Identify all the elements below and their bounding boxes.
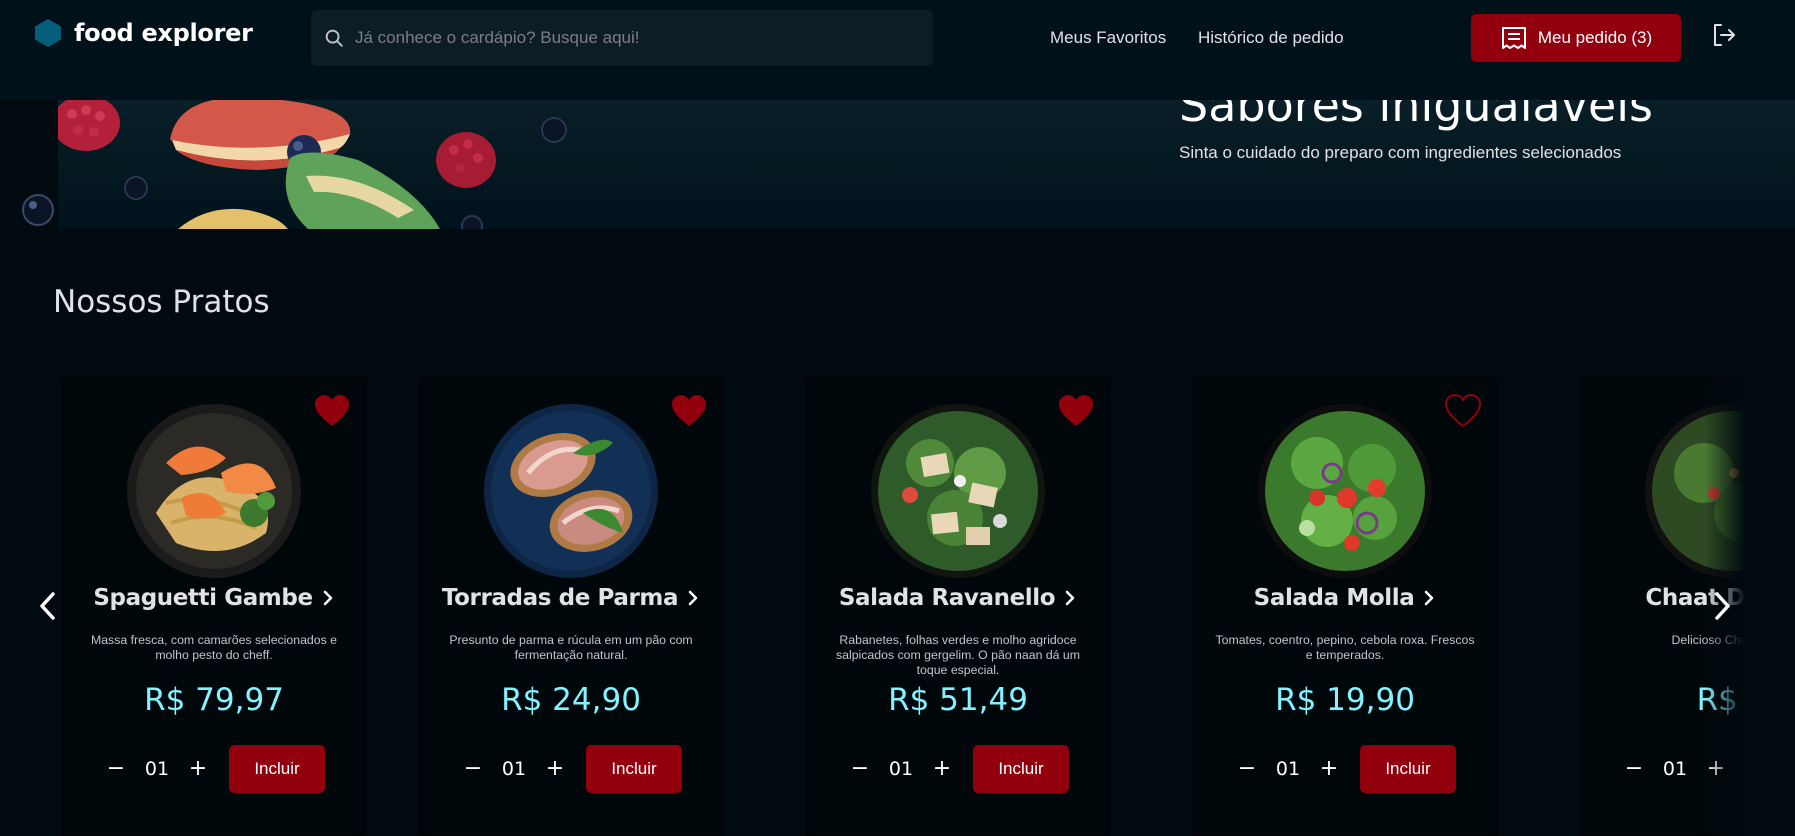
dish-description: Rabanetes, folhas verdes e molho agridoc… (835, 633, 1081, 677)
chevron-right-icon (1065, 590, 1075, 606)
decrease-quantity-button[interactable]: − (460, 756, 486, 782)
brand[interactable]: food explorer (34, 18, 253, 48)
macarons-illustration (58, 100, 567, 229)
chevron-right-icon (323, 590, 332, 606)
dish-name-link[interactable]: Salada Molla (1194, 585, 1496, 611)
quantity-value: 01 (144, 758, 170, 780)
increase-quantity-button[interactable]: + (929, 756, 955, 782)
dish-card: Salada Molla Tomates, coentro, pepino, ce… (1193, 378, 1497, 836)
decrease-quantity-button[interactable]: − (103, 756, 129, 782)
dish-price: R$ 51,49 (888, 682, 1028, 718)
dish-image[interactable] (1257, 403, 1433, 579)
hero-banner: Sabores inigualáveis Sinta o cuidado do … (58, 100, 1795, 229)
blueberry-decoration (22, 194, 54, 226)
quantity-controls: −01 + Incluir (420, 745, 722, 793)
brand-name: food explorer (74, 19, 253, 47)
dish-image[interactable] (126, 403, 302, 579)
nav-favorites-link[interactable]: Meus Favoritos (1050, 28, 1166, 48)
search-input[interactable] (355, 28, 895, 48)
chevron-right-icon (688, 590, 698, 606)
section-title: Nossos Pratos (53, 284, 270, 320)
banner-subtitle: Sinta o cuidado do preparo com ingredien… (1179, 143, 1622, 162)
quantity-value: 01 (1275, 758, 1301, 780)
quantity-value: 01 (1662, 758, 1688, 780)
quantity-controls: −01 + Incluir (807, 745, 1109, 793)
receipt-icon (1501, 27, 1526, 49)
banner-title: Sabores inigualáveis (1179, 100, 1654, 132)
dish-name-link[interactable]: Torradas de Parma (420, 585, 722, 611)
hexagon-logo-icon (35, 19, 61, 47)
quantity-value: 01 (501, 758, 527, 780)
dish-card: Spaguetti Gambe Massa fresca, com camarõe… (62, 378, 366, 836)
my-order-button[interactable]: Meu pedido (3) (1471, 14, 1681, 62)
dish-image[interactable] (870, 403, 1046, 579)
increase-quantity-button[interactable]: + (185, 756, 211, 782)
dish-name: Salada Molla (1253, 585, 1415, 611)
header: food explorer Meus Favoritos Histórico d… (0, 0, 1795, 100)
dish-card: Torradas de Parma Presunto de parma e rúc… (419, 378, 723, 836)
include-button[interactable]: Incluir (973, 745, 1069, 793)
dish-description: Massa fresca, com camarões selecionados … (90, 633, 338, 662)
include-button[interactable]: Incluir (586, 745, 682, 793)
include-button[interactable]: Incluir (229, 745, 325, 793)
decrease-quantity-button[interactable]: − (1621, 756, 1647, 782)
heart-icon[interactable] (670, 393, 708, 429)
my-order-label: Meu pedido (3) (1537, 28, 1653, 47)
dish-name-link[interactable]: Spaguetti Gambe (63, 585, 365, 611)
search-bar (311, 10, 933, 66)
chevron-left-icon[interactable] (36, 590, 60, 622)
quantity-controls: −01 + Incluir (63, 745, 365, 793)
dish-card: Salada Ravanello Rabanetes, folhas verdes… (806, 378, 1110, 836)
quantity-value: 01 (888, 758, 914, 780)
dish-description: Presunto de parma e rúcula em um pão com… (449, 633, 693, 662)
dish-price: R$ 24,90 (501, 682, 641, 718)
chevron-right-icon (1425, 590, 1434, 606)
search-icon (325, 29, 343, 47)
dish-image[interactable] (483, 403, 659, 579)
dish-price: R$ 79,97 (144, 682, 284, 718)
heart-icon[interactable] (313, 393, 351, 429)
heart-icon[interactable] (1444, 393, 1482, 429)
dish-name-link[interactable]: Salada Ravanello (807, 585, 1109, 611)
dish-price: R$ 19,90 (1275, 682, 1415, 718)
dish-name: Spaguetti Gambe (93, 585, 313, 611)
increase-quantity-button[interactable]: + (542, 756, 568, 782)
chevron-right-icon[interactable] (1710, 590, 1734, 622)
increase-quantity-button[interactable]: + (1316, 756, 1342, 782)
heart-icon[interactable] (1057, 393, 1095, 429)
decrease-quantity-button[interactable]: − (1234, 756, 1260, 782)
dish-description: Tomates, coentro, pepino, cebola roxa. F… (1215, 633, 1475, 662)
nav-order-history-link[interactable]: Histórico de pedido (1198, 28, 1344, 48)
dish-name: Torradas de Parma (441, 585, 679, 611)
sign-out-icon[interactable] (1711, 22, 1737, 48)
dish-name: Salada Ravanello (838, 585, 1056, 611)
include-button[interactable]: Incluir (1360, 745, 1456, 793)
quantity-controls: −01 + Incluir (1194, 745, 1496, 793)
decrease-quantity-button[interactable]: − (847, 756, 873, 782)
